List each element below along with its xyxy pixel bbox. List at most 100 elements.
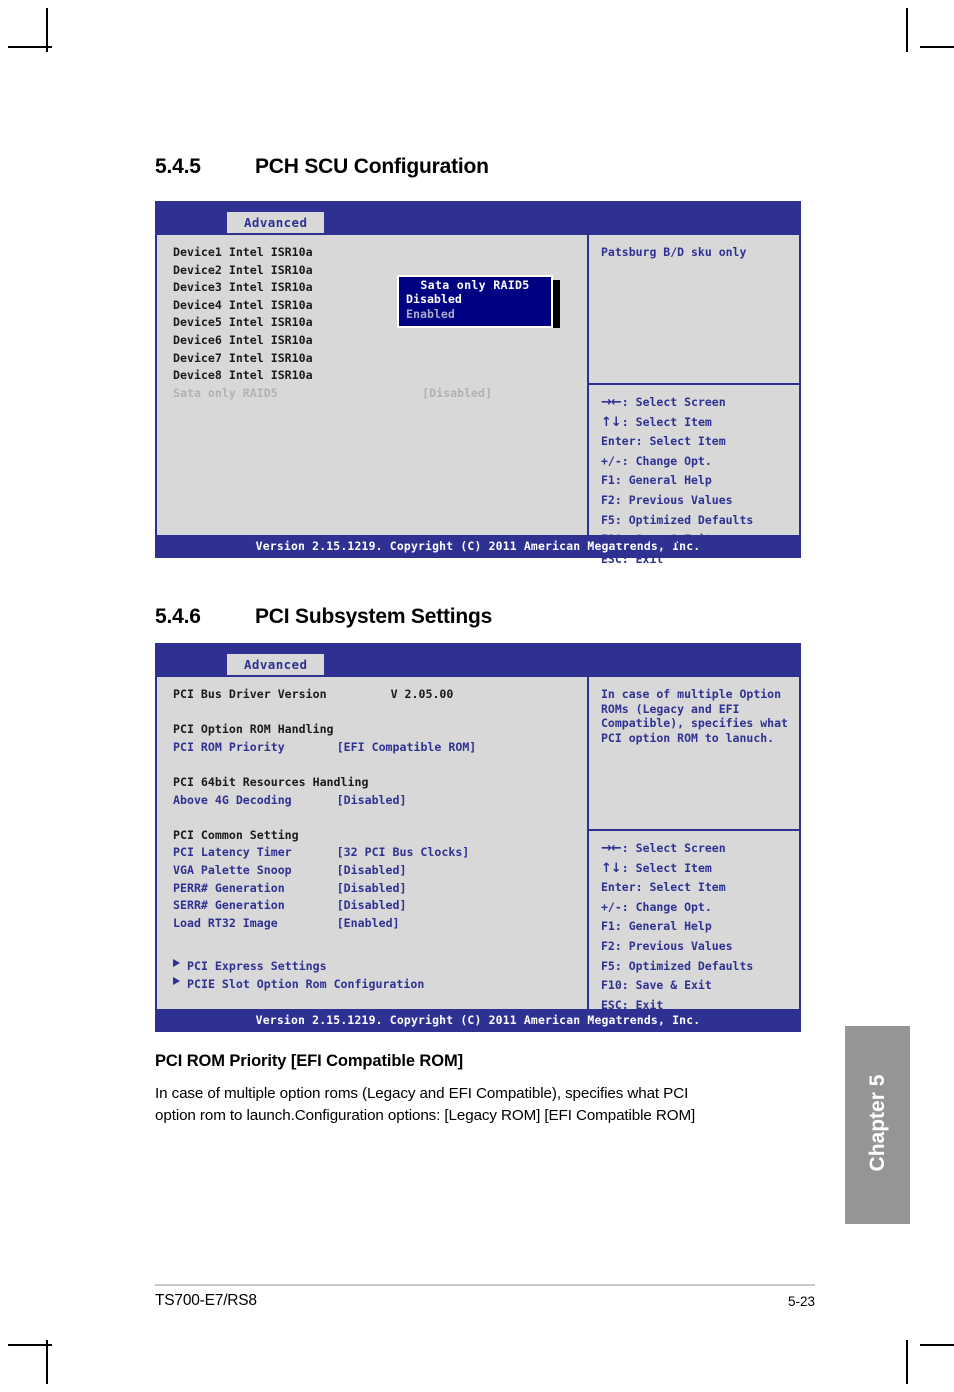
bios1-row-device1-label: Device1 Intel ISR10a: [173, 245, 313, 259]
bios2-spacer-4: [157, 932, 587, 950]
dialog-option-disabled[interactable]: Disabled: [399, 292, 551, 307]
bios2-help-box: In case of multiple Option ROMs (Legacy …: [589, 677, 799, 829]
dialog-title: Sata only RAID5: [420, 278, 530, 292]
bios1-row-device1[interactable]: Device1 Intel ISR10a: [157, 244, 587, 262]
chapter-side-tab: Chapter 5: [845, 1026, 910, 1224]
bios2-key-legend: →←: Select Screen ↑↓: Select Item Enter:…: [589, 829, 799, 1025]
bios2-row-load-rt32-image[interactable]: Load RT32 Image [Enabled]: [157, 915, 587, 933]
bios1-help-box: Patsburg B/D sku only: [589, 235, 799, 383]
bios2-row-pci-latency-timer-value: [32 PCI Bus Clocks]: [336, 845, 470, 860]
bios2-row-load-rt32-image-value: [Enabled]: [336, 915, 400, 930]
bios2-submenu-pcie-slot-option-rom[interactable]: PCIE Slot Option Rom Configuration: [157, 976, 587, 994]
bios2-row-vga-palette-snoop-label: VGA Palette Snoop: [173, 862, 292, 877]
section-heading-545: 5.4.5 PCH SCU Configuration: [155, 155, 489, 179]
bios2-group-pci-common-setting: PCI Common Setting: [173, 827, 299, 842]
bios2-key-f2: F2: Previous Values: [601, 938, 733, 953]
bios1-info-pane: Patsburg B/D sku only →←: Select Screen …: [589, 235, 801, 566]
bios1-row-device4-label: Device4 Intel ISR10a: [173, 297, 313, 312]
crop-mark-bottom-left-h: [8, 1344, 52, 1346]
crop-mark-top-left-h: [8, 46, 52, 48]
section-heading-546: 5.4.6 PCI Subsystem Settings: [155, 605, 492, 629]
bios1-key-select-item: ↑↓: Select Item: [601, 413, 789, 433]
bios2-group-pci-64bit-resources-handling: PCI 64bit Resources Handling: [173, 774, 369, 789]
bios2-key-change-opt: +/-: Change Opt.: [601, 899, 712, 914]
bios2-settings-pane: PCI Bus Driver Version V 2.05.00 PCI Opt…: [155, 677, 589, 1009]
bios1-key-legend: →←: Select Screen ↑↓: Select Item Enter:…: [589, 383, 799, 579]
bios2-group-pci-option-rom-handling: PCI Option ROM Handling: [173, 722, 334, 737]
bios2-header-bar: Advanced: [155, 643, 801, 675]
chevron-right-icon: [173, 976, 180, 985]
bios2-row-above-4g-decoding-label: Above 4G Decoding: [173, 792, 292, 807]
crop-mark-bottom-right-v: [906, 1340, 908, 1384]
bios2-row-pci-latency-timer[interactable]: PCI Latency Timer [32 PCI Bus Clocks]: [157, 844, 587, 862]
bios1-key-f2: F2: Previous Values: [601, 492, 733, 507]
bios2-row-pci-bus-driver-version-value: V 2.05.00: [390, 687, 454, 701]
bios2-tab-advanced[interactable]: Advanced: [227, 654, 325, 675]
bios-screen-pci-subsystem: Advanced PCI Bus Driver Version V 2.05.0…: [155, 643, 801, 1032]
bios1-tab-advanced[interactable]: Advanced: [227, 212, 325, 233]
bios2-key-f10: F10: Save & Exit: [601, 978, 712, 993]
bios1-row-sata-only-raid5[interactable]: Sata only RAID5 [Disabled]: [157, 385, 587, 403]
sata-only-raid5-dialog[interactable]: Sata only RAID5 Disabled Enabled: [397, 275, 553, 328]
bios2-key-select-item: ↑↓: Select Item: [601, 859, 789, 879]
bios2-submenu-pcie-slot-option-rom-label: PCIE Slot Option Rom Configuration: [187, 976, 425, 991]
bios1-key-enter: Enter: Select Item: [601, 434, 726, 449]
bios2-row-serr-generation-value: [Disabled]: [336, 898, 407, 913]
arrow-left-right-icon: →←: [601, 395, 622, 410]
bios1-key-select-screen: →←: Select Screen: [601, 393, 789, 413]
bios1-row-sata-only-raid5-label: Sata only RAID5: [173, 385, 278, 400]
bios2-help-line-1: In case of multiple Option: [601, 687, 782, 701]
bios2-row-load-rt32-image-label: Load RT32 Image: [173, 915, 278, 930]
bios1-key-change-opt: +/-: Change Opt.: [601, 453, 712, 468]
bios1-row-device6-label: Device6 Intel ISR10a: [173, 332, 313, 347]
bios2-row-perr-generation-value: [Disabled]: [336, 880, 407, 895]
arrow-left-right-icon: →←: [601, 841, 622, 856]
bios2-row-perr-generation[interactable]: PERR# Generation [Disabled]: [157, 880, 587, 898]
bios1-key-f10: F10: Save & Exit: [601, 532, 712, 547]
footer-page-number: 5-23: [787, 1294, 815, 1309]
bios1-row-device6[interactable]: Device6 Intel ISR10a: [157, 332, 587, 350]
bios2-spacer-3: [157, 809, 587, 827]
bios1-key-f5: F5: Optimized Defaults: [601, 512, 754, 527]
bios2-row-pci-rom-priority-value: [EFI Compatible ROM]: [336, 739, 477, 754]
bios1-key-f1: F1: General Help: [601, 473, 712, 488]
bios2-row-above-4g-decoding[interactable]: Above 4G Decoding [Disabled]: [157, 792, 587, 810]
bios2-help-line-3: Compatible), specifies what: [601, 716, 788, 731]
crop-mark-top-right-h: [920, 46, 954, 48]
bios2-row-vga-palette-snoop-value: [Disabled]: [336, 862, 407, 877]
bios2-spacer-5: [157, 950, 587, 958]
bios2-spacer-2: [157, 756, 587, 774]
bios1-row-device3-label: Device3 Intel ISR10a: [173, 280, 313, 295]
bios1-help-line-1: Patsburg B/D sku only: [601, 245, 747, 259]
bios2-row-serr-generation-label: SERR# Generation: [173, 898, 285, 913]
bios2-submenu-pci-express-settings-label: PCI Express Settings: [187, 958, 327, 973]
page-content: 5.4.5 PCH SCU Configuration Advanced Dev…: [155, 0, 815, 1392]
bios2-row-vga-palette-snoop[interactable]: VGA Palette Snoop [Disabled]: [157, 862, 587, 880]
bios2-info-pane: In case of multiple Option ROMs (Legacy …: [589, 677, 801, 1012]
bios2-body: PCI Bus Driver Version V 2.05.00 PCI Opt…: [155, 675, 801, 1012]
footer-model-name: TS700-E7/RS8: [155, 1292, 257, 1309]
footer-rule: [155, 1284, 815, 1286]
prose-line-1: In case of multiple option roms (Legacy …: [155, 1085, 689, 1102]
bios2-key-esc: ESC: Exit: [601, 997, 664, 1012]
bios2-spacer-1: [157, 704, 587, 722]
bios1-row-device2-label: Device2 Intel ISR10a: [173, 262, 313, 277]
bios2-help-line-4: PCI option ROM to lanuch.: [601, 730, 775, 745]
section-title-545: PCH SCU Configuration: [255, 155, 489, 178]
bios2-submenu-pci-express-settings[interactable]: PCI Express Settings: [157, 958, 587, 976]
bios-screen-pch-scu: Advanced Device1 Intel ISR10a Device2 In…: [155, 201, 801, 566]
crop-mark-bottom-left-v: [46, 1340, 48, 1384]
bios1-row-device7[interactable]: Device7 Intel ISR10a: [157, 350, 587, 368]
bios1-row-device8[interactable]: Device8 Intel ISR10a: [157, 367, 587, 385]
bios2-row-pci-rom-priority[interactable]: PCI ROM Priority [EFI Compatible ROM]: [157, 739, 587, 757]
dialog-option-enabled[interactable]: Enabled: [399, 307, 551, 322]
bios1-key-esc: ESC: Exit: [601, 551, 664, 566]
bios1-row-device5-label: Device5 Intel ISR10a: [173, 315, 313, 330]
bios2-row-pci-latency-timer-label: PCI Latency Timer: [173, 845, 292, 860]
bios2-row-serr-generation[interactable]: SERR# Generation [Disabled]: [157, 897, 587, 915]
bios2-row-pci-bus-driver-version-label: PCI Bus Driver Version: [173, 687, 327, 701]
bios1-body: Device1 Intel ISR10a Device2 Intel ISR10…: [155, 233, 801, 566]
bios1-row-device7-label: Device7 Intel ISR10a: [173, 350, 313, 365]
chevron-right-icon: [173, 958, 180, 967]
prose-heading: PCI ROM Priority [EFI Compatible ROM]: [155, 1052, 463, 1070]
